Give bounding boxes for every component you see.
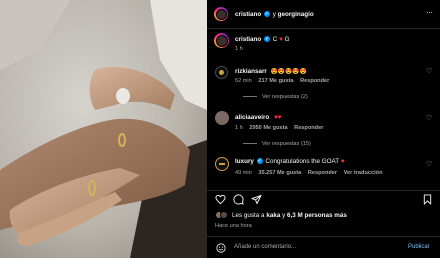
comment-text: 😍😍😍😍😍 xyxy=(270,69,307,75)
more-icon[interactable]: ··· xyxy=(426,8,433,17)
reply-button[interactable]: Responder xyxy=(308,170,337,176)
save-icon[interactable] xyxy=(422,194,433,205)
caption-avatar[interactable] xyxy=(214,33,229,48)
caption-text: C xyxy=(272,36,278,43)
comment-user[interactable]: aliciaaveiro xyxy=(235,114,269,121)
caption-line: cristiano ✓ C ♥ G xyxy=(235,36,289,43)
comment-text: ♥♥ xyxy=(274,114,282,121)
comment-time: 1 h xyxy=(235,125,243,131)
comment-meta: 49 min 35.257 Me gusta Responder Ver tra… xyxy=(235,170,382,176)
heart-icon[interactable]: ♡ xyxy=(426,67,432,75)
coauthor-name[interactable]: georginagio xyxy=(278,11,314,18)
comment-icon[interactable] xyxy=(233,194,244,205)
connector-text: y xyxy=(272,11,276,18)
comment-line: rizkiansarr 😍😍😍😍😍 xyxy=(235,68,307,75)
post-header: cristiano ✓ y georginagio ··· xyxy=(207,0,440,29)
emoji-icon[interactable] xyxy=(216,243,226,253)
likes-middle: y xyxy=(282,212,286,219)
translate-button[interactable]: Ver traducción xyxy=(344,170,383,176)
verified-icon: ✓ xyxy=(264,36,270,43)
comment-avatar[interactable] xyxy=(215,66,228,79)
heart-icon[interactable]: ♡ xyxy=(426,160,432,168)
comment-time: 49 min xyxy=(235,170,252,176)
posted-ago: Hace una hora xyxy=(215,223,252,229)
header-authors: cristiano ✓ y georginagio xyxy=(235,11,314,18)
verified-icon: ✓ xyxy=(264,11,270,18)
comment-likes[interactable]: 2950 Me gusta xyxy=(249,125,287,131)
author-avatar[interactable] xyxy=(214,7,228,21)
caption-time: 1 h xyxy=(235,46,243,52)
liker-avatar xyxy=(220,211,228,219)
comment-avatar[interactable] xyxy=(215,111,229,125)
comment-avatar[interactable] xyxy=(215,157,229,171)
view-replies-button[interactable]: Ver respuestas (2) xyxy=(243,94,308,100)
post-side-panel: cristiano ✓ y georginagio ··· cristiano … xyxy=(207,0,440,258)
reply-button[interactable]: Responder xyxy=(300,78,329,84)
comment-input[interactable]: Añade un comentario... xyxy=(234,244,296,250)
comment-meta: 1 h 2950 Me gusta Responder xyxy=(235,125,323,131)
heart-icon[interactable] xyxy=(215,194,226,205)
verified-icon: ✓ xyxy=(256,158,263,165)
comment-input-bar: Añade un comentario... Publicar xyxy=(207,236,440,258)
likes-count[interactable]: 6,3 M personas más xyxy=(287,212,347,219)
caption-end: G xyxy=(284,36,290,43)
post-photo xyxy=(0,0,207,258)
publish-button[interactable]: Publicar xyxy=(408,244,430,250)
heart-icon[interactable]: ♡ xyxy=(426,114,432,122)
comment-text: Congratulations the GOAT xyxy=(265,158,340,165)
comment-user[interactable]: rizkiansarr xyxy=(235,68,267,75)
action-bar xyxy=(207,190,440,208)
author-name[interactable]: cristiano xyxy=(235,11,261,18)
reply-button[interactable]: Responder xyxy=(294,125,323,131)
caption-author[interactable]: cristiano xyxy=(235,36,261,43)
comment-likes[interactable]: 217 Me gusta xyxy=(258,78,293,84)
comment-meta: 52 min 217 Me gusta Responder xyxy=(235,78,329,84)
comment-line: aliciaaveiro ♥♥ xyxy=(235,114,282,121)
likes-prefix: Les gusta a xyxy=(232,212,265,219)
view-replies-button[interactable]: Ver respuestas (15) xyxy=(243,141,311,147)
caption-heart: ♥ xyxy=(279,36,283,43)
comment-line: luxury ✓ Congratulations the GOAT ♥ xyxy=(235,158,345,165)
comment-time: 52 min xyxy=(235,78,252,84)
comment-likes[interactable]: 35.257 Me gusta xyxy=(258,170,301,176)
liker-name[interactable]: kaka xyxy=(266,212,280,219)
comment-user[interactable]: luxury xyxy=(235,158,254,165)
share-icon[interactable] xyxy=(251,194,262,205)
likes-summary: Les gusta a kaka y 6,3 M personas más xyxy=(232,212,347,219)
comment-heart: ♥ xyxy=(340,158,345,165)
